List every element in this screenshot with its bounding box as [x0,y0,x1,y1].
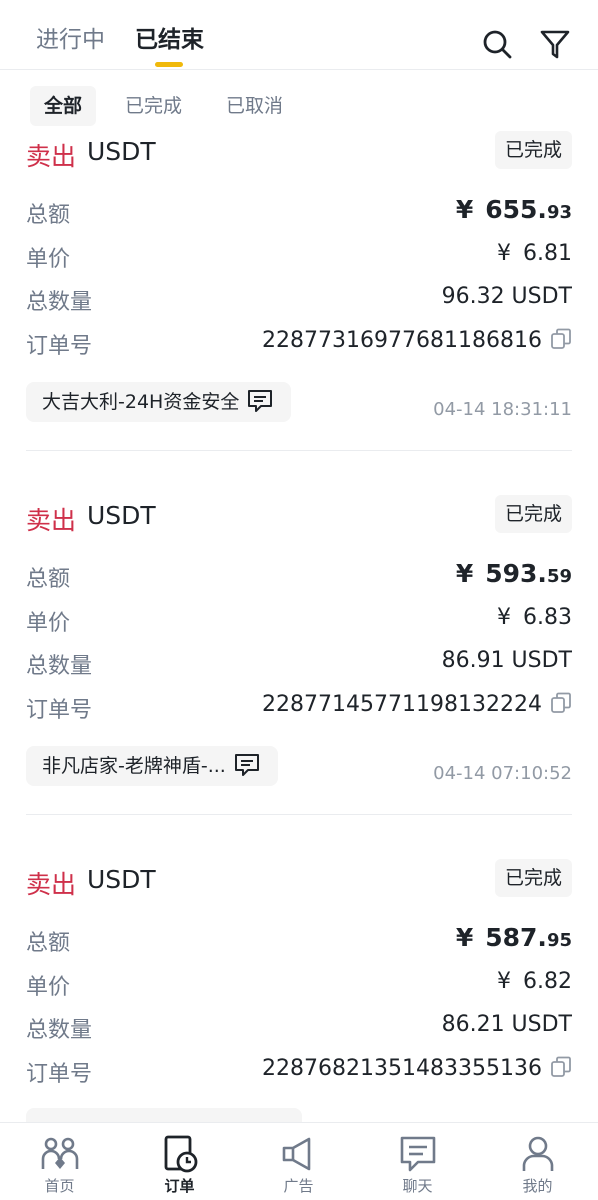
filter-cancelled[interactable]: 已取消 [226,86,283,126]
nav-home-label: 首页 [44,1177,75,1195]
order-card[interactable]: 卖出 USDT 已完成 总额 ¥655.93 单价 ¥6.81 总数量 96.3… [0,131,598,453]
currency-symbol: ¥ [497,241,512,266]
nav-me[interactable]: 我的 [478,1123,597,1200]
order-side: 卖出 [26,142,77,171]
active-tab-indicator [155,62,183,67]
quantity-label: 总数量 [26,1018,93,1043]
nav-chat-label: 聊天 [402,1177,433,1195]
order-side: 卖出 [26,870,77,899]
price-value: ¥6.82 [497,969,572,994]
megaphone-icon [282,1137,311,1171]
order-no-number: 22876821351483355136 [262,1056,542,1081]
order-no-value: 22877145771198132224 [262,692,572,717]
merchant-name: 非凡店家-老牌神盾-... [42,755,226,777]
price-value: ¥6.83 [497,605,572,630]
order-no-label: 订单号 [26,334,93,359]
total-integer: 593. [485,559,547,588]
quantity-value: 86.91 USDT [441,648,572,673]
quantity-label: 总数量 [26,290,93,315]
total-decimal: 95 [546,930,572,951]
chat-icon [248,390,273,412]
merchant-chat-button[interactable]: 大吉大利-24H资金安全 [26,382,292,422]
order-asset: USDT [87,137,156,166]
merchant-chat-button[interactable]: 非凡店家-老牌神盾-... [26,746,278,786]
price-label: 单价 [26,611,71,636]
currency-symbol: ¥ [497,969,512,994]
nav-home[interactable]: 首页 [0,1123,119,1200]
nav-me-label: 我的 [522,1177,553,1195]
price-label: 单价 [26,975,71,1000]
order-no-number: 22877316977681186816 [262,328,542,353]
order-time: 04-14 18:31:11 [433,399,572,420]
order-no-value: 22877316977681186816 [262,328,572,353]
merchant-name: 大吉大利-24H资金安全 [42,391,240,413]
total-value: ¥655.93 [456,195,572,224]
order-no-value: 22876821351483355136 [262,1056,572,1081]
chat-icon [234,754,259,776]
currency-symbol: ¥ [497,605,512,630]
filter-completed[interactable]: 已完成 [125,86,182,126]
total-label: 总额 [26,931,71,956]
quantity-label: 总数量 [26,654,93,679]
total-label: 总额 [26,567,71,592]
tab-ongoing[interactable]: 进行中 [36,20,105,54]
status-badge: 已完成 [494,859,572,897]
orders-icon [164,1135,198,1173]
total-label: 总额 [26,203,71,228]
filter-icon[interactable] [539,28,571,60]
total-integer: 655. [485,195,547,224]
currency-symbol: ¥ [455,559,474,588]
price-value: ¥6.81 [497,241,572,266]
home-icon [41,1137,79,1169]
merchant-chat-button-partial[interactable] [26,1108,302,1122]
copy-icon[interactable] [550,1056,572,1078]
top-tab-bar: 进行中 已结束 [0,0,598,70]
price-number: 6.83 [523,605,572,630]
copy-icon[interactable] [550,692,572,714]
order-side: 卖出 [26,506,77,535]
total-decimal: 59 [546,566,572,587]
total-value: ¥587.95 [456,923,572,952]
order-no-number: 22877145771198132224 [262,692,542,717]
status-badge: 已完成 [494,495,572,533]
price-label: 单价 [26,247,71,272]
copy-icon[interactable] [550,328,572,350]
tab-ended[interactable]: 已结束 [135,20,204,54]
price-number: 6.81 [523,241,572,266]
order-no-label: 订单号 [26,1062,93,1087]
quantity-value: 86.21 USDT [441,1012,572,1037]
status-badge: 已完成 [494,131,572,169]
order-asset: USDT [87,865,156,894]
nav-orders[interactable]: 订单 [120,1123,239,1200]
bottom-nav: 首页 订单 广告 聊天 我的 [0,1122,598,1200]
currency-symbol: ¥ [455,195,474,224]
nav-ads-label: 广告 [283,1177,314,1195]
divider [26,450,572,451]
order-asset: USDT [87,501,156,530]
order-time: 04-14 07:10:52 [433,763,572,784]
price-number: 6.82 [523,969,572,994]
order-card[interactable]: 卖出 USDT 已完成 总额 ¥593.59 单价 ¥6.83 总数量 86.9… [0,495,598,817]
order-no-label: 订单号 [26,698,93,723]
total-integer: 587. [485,923,547,952]
total-decimal: 93 [546,202,572,223]
currency-symbol: ¥ [455,923,474,952]
nav-chat[interactable]: 聊天 [358,1123,477,1200]
filter-all[interactable]: 全部 [30,86,96,126]
quantity-value: 96.32 USDT [441,284,572,309]
status-filter-bar: 全部 已完成 已取消 [0,86,598,130]
total-value: ¥593.59 [456,559,572,588]
chat-icon [400,1136,436,1172]
search-icon[interactable] [481,28,513,60]
nav-orders-label: 订单 [164,1177,195,1195]
user-icon [522,1136,554,1171]
nav-ads[interactable]: 广告 [239,1123,358,1200]
divider [26,814,572,815]
